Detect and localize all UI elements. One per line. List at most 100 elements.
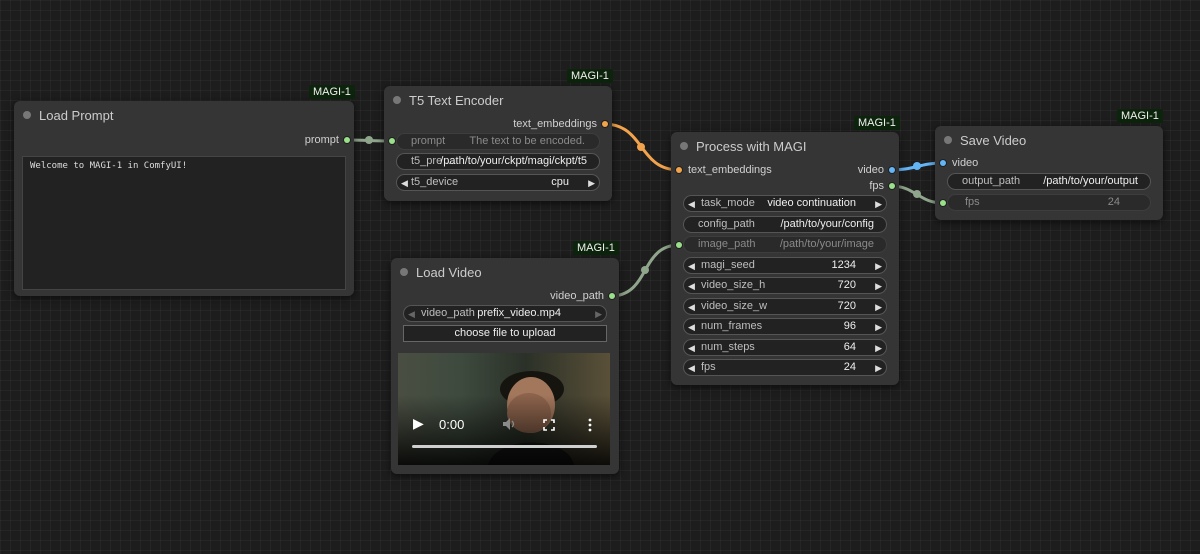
prompt-textarea[interactable]: Welcome to MAGI-1 in ComfyUI! (22, 156, 346, 290)
widget-name: num_steps (701, 341, 755, 353)
input-port-image-path[interactable] (676, 242, 682, 248)
load-video-node[interactable]: Load Video video_path ◀ video_path prefi… (391, 258, 619, 474)
output-label-fps: fps (869, 180, 884, 192)
video-size-h-widget[interactable]: ◀ video_size_h 720 ▶ (683, 277, 887, 294)
widget-value: The text to be encoded. (469, 135, 585, 147)
widget-value: 24 (1107, 196, 1120, 208)
widget-name: prompt (411, 135, 446, 147)
widget-value: 1234 (831, 259, 856, 271)
decrement-arrow-icon[interactable]: ◀ (688, 362, 695, 374)
node-title: Load Video (416, 265, 482, 280)
input-port-prompt[interactable] (389, 138, 395, 144)
node-badge: MAGI-1 (309, 85, 355, 99)
widget-value: video continuation (767, 197, 856, 209)
node-badge: MAGI-1 (1117, 109, 1163, 123)
output-label-prompt: prompt (304, 134, 339, 146)
input-port-video[interactable] (940, 160, 946, 166)
output-label-text-embeddings: text_embeddings (513, 118, 597, 130)
increment-arrow-icon[interactable]: ▶ (875, 362, 882, 374)
play-icon[interactable]: ▶ (413, 415, 424, 432)
output-port-prompt[interactable] (344, 137, 350, 143)
num-steps-widget[interactable]: ◀ num_steps 64 ▶ (683, 339, 887, 356)
task-mode-select[interactable]: ◀ task_mode video continuation ▶ (683, 195, 887, 212)
node-badge: MAGI-1 (854, 116, 900, 130)
input-port-fps[interactable] (940, 200, 946, 206)
output-path-widget[interactable]: output_path /path/to/your/output (947, 173, 1151, 190)
increment-arrow-icon[interactable]: ▶ (875, 280, 882, 292)
widget-name: task_mode (701, 197, 755, 209)
t5-pretrained-path-widget[interactable]: t5_pre ... /path/to/your/ckpt/magi/ckpt/… (396, 153, 600, 170)
widget-value: cpu (551, 176, 569, 188)
decrement-arrow-icon[interactable]: ◀ (688, 260, 695, 272)
increment-arrow-icon[interactable]: ▶ (875, 301, 882, 313)
widget-name: magi_seed (701, 259, 755, 271)
process-with-magi-node[interactable]: Process with MAGI text_embeddings video … (671, 132, 899, 385)
output-port-video[interactable] (889, 167, 895, 173)
num-frames-widget[interactable]: ◀ num_frames 96 ▶ (683, 318, 887, 335)
t5-text-encoder-node[interactable]: T5 Text Encoder text_embeddings prompt T… (384, 86, 612, 201)
decrement-arrow-icon[interactable]: ◀ (688, 321, 695, 333)
increment-arrow-icon[interactable]: ▶ (875, 342, 882, 354)
more-options-icon[interactable] (587, 418, 593, 432)
node-badge: MAGI-1 (567, 69, 613, 83)
save-video-node[interactable]: Save Video video output_path /path/to/yo… (935, 126, 1163, 220)
widget-name: video_size_w (701, 300, 768, 312)
node-header[interactable]: Load Video (391, 258, 619, 286)
output-port-video-path[interactable] (609, 293, 615, 299)
fullscreen-icon[interactable] (543, 419, 555, 431)
widget-name: config_path (698, 218, 755, 230)
widget-name: video_path (421, 307, 475, 319)
widget-value: /path/to/your/output (1043, 175, 1138, 187)
widget-value: 64 (843, 341, 856, 353)
widget-value: /path/to/your/ckpt/magi/ckpt/t5 (440, 155, 587, 167)
widget-value: 720 (837, 300, 856, 312)
widget-value: 96 (843, 320, 856, 332)
video-path-select[interactable]: ◀ video_path prefix_video.mp4 ▶ (403, 305, 607, 322)
widget-value: 24 (843, 361, 856, 373)
increment-arrow-icon[interactable]: ▶ (875, 321, 882, 333)
increment-arrow-icon[interactable]: ▶ (595, 308, 602, 320)
widget-name: fps (965, 196, 980, 208)
magi-seed-widget[interactable]: ◀ magi_seed 1234 ▶ (683, 257, 887, 274)
node-header[interactable]: Load Prompt (14, 101, 354, 129)
increment-arrow-icon[interactable]: ▶ (875, 260, 882, 272)
decrement-arrow-icon[interactable]: ◀ (688, 301, 695, 313)
prompt-input-widget[interactable]: prompt The text to be encoded. (396, 133, 600, 150)
node-title: Process with MAGI (696, 139, 807, 154)
widget-value: /path/to/your/config (780, 218, 874, 230)
collapse-dot-icon[interactable] (393, 96, 401, 104)
video-time: 0:00 (439, 417, 465, 432)
node-header[interactable]: Save Video (935, 126, 1163, 154)
widget-name: video_size_h (701, 279, 766, 291)
node-header[interactable]: Process with MAGI (671, 132, 899, 160)
collapse-dot-icon[interactable] (680, 142, 688, 150)
t5-device-select[interactable]: ◀ t5_device cpu ▶ (396, 174, 600, 191)
collapse-dot-icon[interactable] (400, 268, 408, 276)
video-size-w-widget[interactable]: ◀ video_size_w 720 ▶ (683, 298, 887, 315)
input-label-text-embeddings: text_embeddings (688, 164, 772, 176)
node-header[interactable]: T5 Text Encoder (384, 86, 612, 114)
collapse-dot-icon[interactable] (23, 111, 31, 119)
video-progress-track[interactable] (412, 445, 597, 448)
collapse-dot-icon[interactable] (944, 136, 952, 144)
decrement-arrow-icon[interactable]: ◀ (408, 308, 415, 320)
decrement-arrow-icon[interactable]: ◀ (688, 198, 695, 210)
fps-input-widget[interactable]: fps 24 (947, 194, 1151, 211)
increment-arrow-icon[interactable]: ▶ (875, 198, 882, 210)
input-port-text-embeddings[interactable] (676, 167, 682, 173)
output-port-text-embeddings[interactable] (602, 121, 608, 127)
increment-arrow-icon[interactable]: ▶ (588, 177, 595, 189)
decrement-arrow-icon[interactable]: ◀ (688, 342, 695, 354)
decrement-arrow-icon[interactable]: ◀ (401, 177, 408, 189)
decrement-arrow-icon[interactable]: ◀ (688, 280, 695, 292)
video-preview[interactable]: ▶ 0:00 (398, 353, 610, 465)
output-port-fps[interactable] (889, 183, 895, 189)
volume-icon[interactable] (502, 417, 516, 431)
choose-file-upload-button[interactable]: choose file to upload (403, 325, 607, 342)
widget-name: output_path (962, 175, 1021, 187)
image-path-widget[interactable]: image_path /path/to/your/image (683, 236, 887, 253)
config-path-widget[interactable]: config_path /path/to/your/config (683, 216, 887, 233)
output-label-video-path: video_path (550, 290, 604, 302)
load-prompt-node[interactable]: Load Prompt prompt Welcome to MAGI-1 in … (14, 101, 354, 296)
fps-widget[interactable]: ◀ fps 24 ▶ (683, 359, 887, 376)
